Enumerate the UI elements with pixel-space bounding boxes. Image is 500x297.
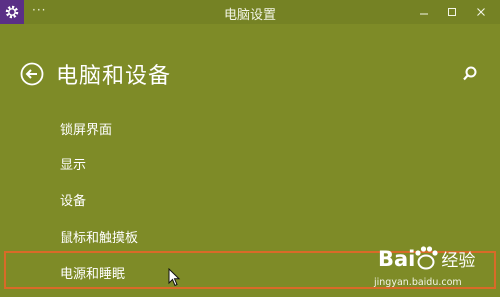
maximize-button[interactable]: [438, 0, 466, 24]
menu-item-lock-screen[interactable]: 锁屏界面: [60, 119, 112, 138]
minimize-button[interactable]: [410, 0, 438, 24]
minimize-icon: [420, 13, 428, 15]
watermark-site: jingyan.baidu.com: [374, 277, 462, 288]
close-icon: [477, 8, 485, 16]
menu-item-devices[interactable]: 设备: [60, 190, 86, 209]
menu-item-mouse-touchpad[interactable]: 鼠标和触摸板: [60, 227, 138, 246]
search-button[interactable]: [460, 64, 480, 84]
menu-item-power-sleep[interactable]: 电源和睡眠: [60, 263, 125, 282]
close-button[interactable]: [467, 0, 495, 24]
mouse-cursor-icon: [168, 268, 181, 287]
watermark-brand-left: Bai: [378, 247, 416, 271]
back-arrow-icon: [20, 62, 44, 86]
page-header: 电脑和设备: [0, 56, 500, 92]
baidu-jingyan-watermark: Bai 经验 jingyan.baidu.com: [360, 240, 500, 297]
back-button[interactable]: [20, 62, 44, 86]
maximize-icon: [448, 8, 456, 16]
page-title: 电脑和设备: [56, 64, 172, 89]
search-icon: [463, 66, 477, 81]
watermark-brand-right: 经验: [441, 251, 476, 271]
menu-item-display[interactable]: 显示: [60, 154, 86, 173]
watermark-brand: Bai 经验: [378, 246, 475, 271]
title-bar: ··· 电脑设置: [0, 0, 500, 24]
